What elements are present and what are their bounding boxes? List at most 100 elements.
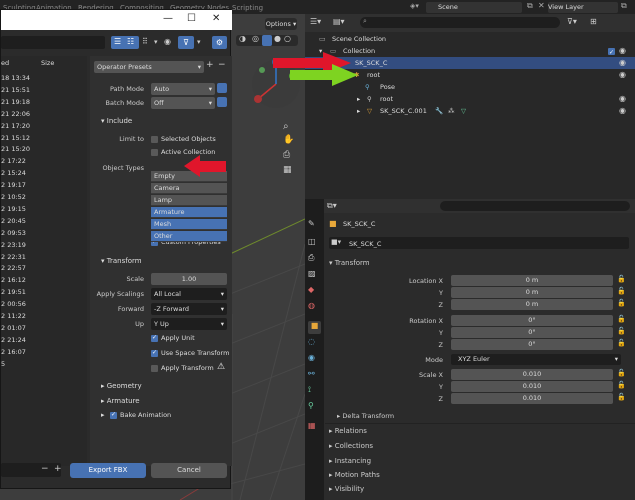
file-row-date[interactable]: 2 15:24 <box>1 169 26 177</box>
output-tab-icon[interactable]: ⎙ <box>308 253 321 266</box>
collections-header[interactable]: ▸ Collections <box>329 442 373 450</box>
hand-pan-icon[interactable]: ✋ <box>283 135 294 145</box>
visibility-header[interactable]: ▸ Visibility <box>329 485 364 493</box>
object-type-armature[interactable]: Armature <box>151 207 227 218</box>
use-space-transform-checkbox[interactable] <box>151 349 158 357</box>
workspace-tab-scripting[interactable]: Scripting <box>232 2 263 14</box>
lock-icon[interactable]: 🔓 <box>617 369 626 377</box>
file-row-date[interactable]: 5 <box>1 360 5 368</box>
visibility-eye-icon[interactable]: ◉ <box>619 57 626 69</box>
file-row-date[interactable]: 21 15:20 <box>1 145 30 153</box>
file-row-date[interactable]: 2 19:51 <box>1 288 26 296</box>
view-layer-tab-icon[interactable]: ▨ <box>308 269 321 282</box>
properties-editor-type-icon[interactable]: ⧉▾ <box>327 201 337 211</box>
lock-icon[interactable]: 🔓 <box>617 339 626 347</box>
increment-button[interactable]: + <box>54 464 62 474</box>
column-size-header[interactable]: Size <box>41 59 54 67</box>
scene-tab-icon[interactable]: ◆ <box>308 285 321 298</box>
sort-dropdown-icon[interactable]: ▾ <box>154 38 158 46</box>
file-row-date[interactable]: 21 17:20 <box>1 122 30 130</box>
outliner-row-collection[interactable]: ▾ ▭ Collection ◉ <box>305 45 635 59</box>
tool-tab-icon[interactable]: ✎ <box>308 219 321 232</box>
grid-view-toggle-icon[interactable]: ⠿ <box>142 37 148 46</box>
visibility-eye-icon[interactable]: ◉ <box>619 93 626 105</box>
location-z-field[interactable]: 0 m <box>451 299 613 310</box>
new-collection-icon[interactable]: ⊞ <box>590 17 597 26</box>
file-row-date[interactable]: 2 22:31 <box>1 253 26 261</box>
selected-objects-checkbox[interactable] <box>151 136 158 143</box>
properties-search-field[interactable] <box>440 201 630 211</box>
object-type-mesh[interactable]: Mesh <box>151 219 227 230</box>
maximize-button[interactable]: ☐ <box>187 13 196 24</box>
visibility-eye-icon[interactable]: ◉ <box>619 105 626 117</box>
solid-shading-icon[interactable] <box>262 35 272 46</box>
rotation-y-field[interactable]: 0° <box>451 327 613 338</box>
object-type-camera[interactable]: Camera <box>151 183 227 194</box>
texture-tab-icon[interactable]: ▦ <box>308 421 321 434</box>
scale-x-field[interactable]: 0.010 <box>451 369 613 380</box>
outliner-editor-type-icon[interactable]: ☰▾ <box>310 17 321 26</box>
settings-gear-icon[interactable]: ⚙ <box>212 36 227 49</box>
location-y-field[interactable]: 0 m <box>451 287 613 298</box>
delta-transform-header[interactable]: ▸ Delta Transform <box>337 412 394 420</box>
file-row-date[interactable]: 2 09:53 <box>1 229 26 237</box>
list-view-icon[interactable]: ☰ <box>114 37 121 46</box>
operator-presets-dropdown[interactable]: Operator Presets ▾ <box>94 61 204 73</box>
file-row-date[interactable]: 18 13:34 <box>1 74 30 82</box>
overlay-icon[interactable]: ◑ <box>239 34 246 43</box>
outliner-row-root-bone[interactable]: ▸ ⚲ root ◉ <box>305 93 635 105</box>
rotation-mode-dropdown[interactable]: XYZ Euler ▾ <box>451 354 621 365</box>
expand-arrow-icon[interactable]: ▸ <box>357 93 360 105</box>
object-data-tab-icon[interactable]: ⟟ <box>308 385 321 398</box>
outliner-filter-icon[interactable]: ⊽▾ <box>567 17 577 26</box>
file-row-date[interactable]: 2 10:52 <box>1 193 26 201</box>
transform-panel-header[interactable]: ▾ Transform <box>329 259 370 267</box>
include-section-header[interactable]: ▾ Include <box>101 117 132 125</box>
batch-mode-dropdown[interactable]: Off ▾ <box>151 97 215 109</box>
active-collection-checkbox[interactable] <box>151 149 158 156</box>
file-row-date[interactable]: 2 22:57 <box>1 264 26 272</box>
rendered-icon[interactable]: ○ <box>284 34 291 43</box>
close-button[interactable]: ✕ <box>212 13 220 24</box>
modifiers-tab-icon[interactable]: ◌ <box>308 337 321 350</box>
lock-icon[interactable]: 🔓 <box>617 315 626 323</box>
file-row-date[interactable]: 2 16:12 <box>1 276 26 284</box>
batch-own-dir-icon[interactable] <box>217 97 227 107</box>
filter-icon[interactable]: ⊽ <box>178 36 194 49</box>
embed-textures-icon[interactable] <box>217 83 227 93</box>
apply-transform-checkbox[interactable] <box>151 365 158 372</box>
file-path-field[interactable] <box>1 36 105 49</box>
add-preset-icon[interactable]: + <box>206 60 214 70</box>
scale-y-field[interactable]: 0.010 <box>451 381 613 392</box>
bake-animation-checkbox[interactable] <box>110 411 117 419</box>
rotation-x-field[interactable]: 0° <box>451 315 613 326</box>
armature-section-header[interactable]: ▸ Armature <box>101 397 140 405</box>
location-x-field[interactable]: 0 m <box>451 275 613 286</box>
geometry-section-header[interactable]: ▸ Geometry <box>101 382 142 390</box>
minimize-button[interactable]: — <box>163 13 173 24</box>
rotation-z-field[interactable]: 0° <box>451 339 613 350</box>
apply-scalings-dropdown[interactable]: All Local ▾ <box>151 288 227 300</box>
scene-icon[interactable]: ◈▾ <box>410 2 419 10</box>
remove-preset-icon[interactable]: − <box>218 60 226 70</box>
bake-animation-expand-icon[interactable]: ▸ <box>101 411 105 419</box>
relations-header[interactable]: ▸ Relations <box>329 427 367 435</box>
transform-section-header[interactable]: ▾ Transform <box>101 257 142 265</box>
path-mode-dropdown[interactable]: Auto ▾ <box>151 83 215 95</box>
file-row-date[interactable]: 21 22:06 <box>1 110 30 118</box>
forward-dropdown[interactable]: -Z Forward ▾ <box>151 303 227 315</box>
visibility-eye-icon[interactable]: ◉ <box>619 69 626 81</box>
bone-tab-icon[interactable]: ⚲ <box>308 401 321 414</box>
thumbnail-view-icon[interactable]: ☷ <box>127 37 134 46</box>
lock-icon[interactable]: 🔓 <box>617 393 626 401</box>
view-layer-field[interactable]: View Layer <box>548 2 618 13</box>
cancel-button[interactable]: Cancel <box>151 463 227 478</box>
world-tab-icon[interactable]: ◍ <box>308 301 321 314</box>
object-type-other[interactable]: Other <box>151 231 227 242</box>
file-row-date[interactable]: 21 15:51 <box>1 86 30 94</box>
lock-icon[interactable]: 🔓 <box>617 381 626 389</box>
file-row-date[interactable]: 2 23:19 <box>1 241 26 249</box>
column-date-header[interactable]: ed <box>1 59 9 67</box>
outliner-row-scene-collection[interactable]: ▭ Scene Collection <box>305 33 635 45</box>
object-type-lamp[interactable]: Lamp <box>151 195 227 206</box>
